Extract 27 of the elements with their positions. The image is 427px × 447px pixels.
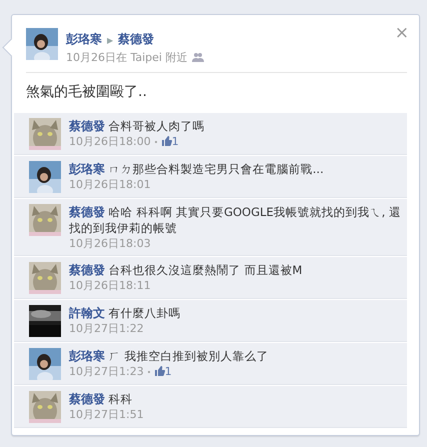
post-time[interactable]: 10月26日在 Taipei 附近 bbox=[66, 51, 188, 64]
comment-text: 彭珞寒 ㄏ 我推空白推到被別人靠么了 bbox=[69, 348, 268, 364]
like-count[interactable]: 1 bbox=[172, 135, 179, 148]
comment-time[interactable]: 10月27日1:51 bbox=[69, 408, 144, 421]
comment-time[interactable]: 10月26日18:01 bbox=[69, 178, 151, 191]
like-icon bbox=[160, 136, 172, 146]
comment-text: 蔡德發 合料哥被人肉了嗎 bbox=[69, 118, 205, 134]
dot-separator bbox=[148, 371, 150, 373]
like-icon bbox=[154, 366, 165, 376]
close-button[interactable]: × bbox=[394, 23, 409, 43]
comment-time[interactable]: 10月27日1:23 bbox=[69, 365, 144, 378]
dot-separator bbox=[154, 141, 157, 143]
comment-time[interactable]: 10月26日18:11 bbox=[69, 279, 151, 292]
comment-text: 許翰文 有什麼八卦嗎 bbox=[69, 305, 181, 321]
comment-time[interactable]: 10月26日18:00 bbox=[69, 135, 151, 148]
post-text: 煞氣的毛被圍毆了.. bbox=[26, 83, 148, 102]
comment-time[interactable]: 10月26日18:03 bbox=[69, 237, 151, 250]
people-icon bbox=[192, 52, 204, 62]
comment-time[interactable]: 10月27日1:22 bbox=[69, 322, 144, 335]
comment-text: 彭珞寒 ㄇㄉ那些合料製造宅男只會在電腦前戰... bbox=[69, 161, 324, 177]
comment-text: 蔡德發 哈哈 科科啊 其實只要GOOGLE我帳號就找的到我ㄟ, 還找的到我伊莉的帳號 bbox=[69, 204, 402, 236]
author-name[interactable]: 彭珞寒 bbox=[66, 32, 102, 46]
arrow-icon: ▶ bbox=[107, 36, 114, 45]
comment-text: 蔡德發 台科也很久沒這麼熱鬧了 而且還被M bbox=[69, 262, 302, 278]
like-count[interactable]: 1 bbox=[164, 365, 172, 378]
comment-text: 蔡德發 科科 bbox=[69, 391, 134, 407]
author-name[interactable]: 蔡德發 bbox=[118, 32, 154, 46]
